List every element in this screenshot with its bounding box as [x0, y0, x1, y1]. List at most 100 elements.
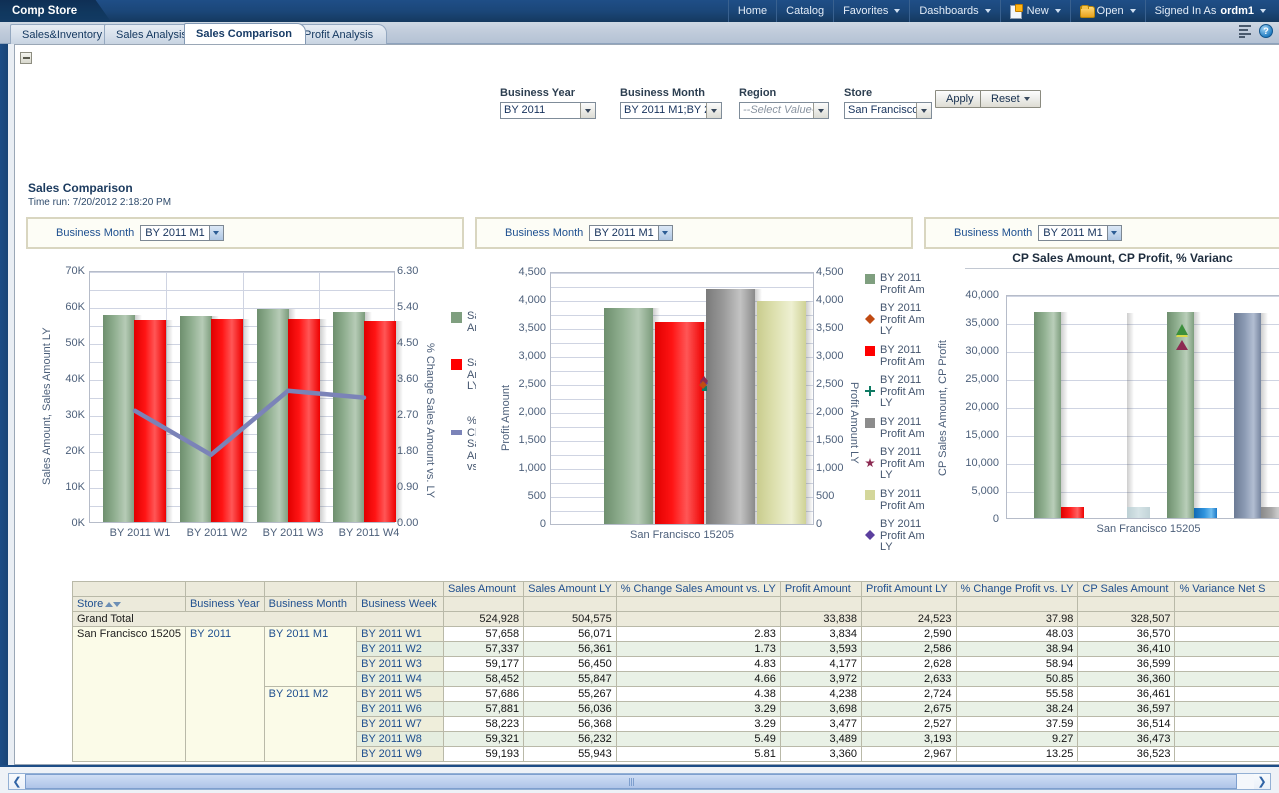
sort-icon[interactable]: [105, 598, 121, 610]
column-header-profit-amount[interactable]: Profit Amount: [780, 582, 861, 597]
legend-diamond-orange-icon: [865, 314, 875, 324]
chart1-ytick: 0K: [59, 517, 85, 529]
tab-sales-comparison[interactable]: Sales Comparison: [184, 23, 306, 44]
cell-business-year[interactable]: BY 2011: [185, 627, 264, 762]
grand-total-label: Grand Total: [73, 612, 444, 627]
store-select[interactable]: San Francisco 1!: [844, 102, 932, 119]
cell-profit-amount-ly: 2,967: [861, 747, 956, 762]
chart2-legend-item[interactable]: BY 2011 Profit Am: [865, 345, 925, 368]
cell-business-month[interactable]: BY 2011 M2: [264, 687, 356, 762]
cell-business-week[interactable]: BY 2011 W8: [357, 732, 444, 747]
cell-pct-variance-net: [1175, 627, 1279, 642]
column-header-pct-change-sales[interactable]: % Change Sales Amount vs. LY: [616, 582, 780, 597]
cell-business-week[interactable]: BY 2011 W3: [357, 657, 444, 672]
cell-cp-sales-amount: 36,570: [1078, 627, 1175, 642]
chevron-down-icon[interactable]: [580, 103, 595, 118]
section-1-business-month-select[interactable]: BY 2011 M1: [140, 225, 224, 241]
tab-label: Sales Analysis: [116, 29, 187, 41]
nav-new[interactable]: New: [1001, 0, 1071, 22]
cell-sales-amount-ly: 55,943: [524, 747, 617, 762]
scrollbar-thumb[interactable]: [25, 774, 1237, 789]
cell-pct-change-sales: 4.83: [616, 657, 780, 672]
legend-diamond-purple-icon: [865, 530, 875, 540]
cell-cp-sales-amount: 36,360: [1078, 672, 1175, 687]
chart2-legend-item[interactable]: BY 2011 Profit Am LY: [865, 303, 925, 338]
nav-favorites[interactable]: Favorites: [834, 0, 910, 22]
brand-tab[interactable]: Comp Store: [0, 0, 111, 22]
column-header-cp-sales-amount[interactable]: CP Sales Amount: [1078, 582, 1175, 597]
chart1-legend-item[interactable]: Sa An LY: [451, 358, 476, 393]
dashboard-tab-strip: Sales&Inventory Sales Analysis Sales Com…: [0, 22, 1279, 44]
chart2-legend-item[interactable]: BY 2011 Profit Am: [865, 417, 925, 440]
section-3-business-month-select[interactable]: BY 2011 M1: [1038, 225, 1122, 241]
business-year-select[interactable]: BY 2011: [500, 102, 596, 119]
cell-profit-amount: 4,238: [780, 687, 861, 702]
cell-business-week[interactable]: BY 2011 W5: [357, 687, 444, 702]
chart2-legend-item[interactable]: BY 2011 Profit Am: [865, 489, 925, 512]
column-header-business-month[interactable]: Business Month: [264, 597, 356, 612]
column-header-business-week[interactable]: Business Week: [357, 597, 444, 612]
scroll-left-arrow-icon[interactable]: ❮: [9, 774, 25, 789]
chevron-down-icon[interactable]: [209, 226, 223, 240]
column-header-store[interactable]: Store: [73, 597, 186, 612]
nav-open[interactable]: Open: [1071, 0, 1146, 22]
prompt-label: Business Year: [500, 87, 596, 99]
chart2-legend-item[interactable]: BY 2011 Profit Am LY: [865, 375, 925, 410]
scrollbar-track[interactable]: [25, 774, 1254, 789]
column-header-pct-change-profit[interactable]: % Change Profit vs. LY: [956, 582, 1078, 597]
cell-pct-change-profit: 37.59: [956, 717, 1078, 732]
chevron-down-icon[interactable]: [813, 103, 828, 118]
business-month-value: BY 2011 M1;BY 201:: [621, 103, 706, 118]
cell-pct-variance-net: [1175, 687, 1279, 702]
cell-business-week[interactable]: BY 2011 W9: [357, 747, 444, 762]
nav-signed-in-as[interactable]: Signed In As ordm1: [1146, 0, 1275, 22]
region-select[interactable]: --Select Value--: [739, 102, 829, 119]
chevron-down-icon[interactable]: [706, 103, 721, 118]
cell-business-week[interactable]: BY 2011 W2: [357, 642, 444, 657]
apply-button[interactable]: Apply: [935, 90, 985, 108]
nav-dashboards[interactable]: Dashboards: [910, 0, 1000, 22]
cell-business-month[interactable]: BY 2011 M1: [264, 627, 356, 687]
chevron-down-icon[interactable]: [1107, 226, 1121, 240]
column-header-pct-variance-net[interactable]: % Variance Net S: [1175, 582, 1279, 597]
help-icon[interactable]: ?: [1259, 24, 1273, 38]
cell-sales-amount: 59,193: [443, 747, 523, 762]
collapse-section-button[interactable]: [20, 52, 32, 64]
legend-swatch-green-icon: [451, 312, 462, 323]
chevron-down-icon[interactable]: [916, 103, 931, 118]
nav-favorites-label: Favorites: [843, 5, 888, 17]
column-header-business-year[interactable]: Business Year: [185, 597, 264, 612]
horizontal-scrollbar[interactable]: ❮ ❯: [8, 773, 1271, 790]
header-spacer: [524, 597, 617, 612]
chevron-down-icon[interactable]: [658, 226, 672, 240]
nav-home[interactable]: Home: [728, 0, 777, 22]
cell-business-week[interactable]: BY 2011 W6: [357, 702, 444, 717]
apply-button-label[interactable]: Apply: [935, 90, 985, 108]
chart2-legend-item[interactable]: BY 2011 Profit Am LY: [865, 447, 925, 482]
section-2-business-month-select[interactable]: BY 2011 M1: [589, 225, 673, 241]
chevron-down-icon: [1024, 97, 1030, 101]
tab-sales-inventory[interactable]: Sales&Inventory: [10, 24, 116, 44]
chart2-legend-item[interactable]: BY 2011 Profit Am LY: [865, 519, 925, 554]
column-header-profit-amount-ly[interactable]: Profit Amount LY: [861, 582, 956, 597]
chart2-legend-item[interactable]: BY 2011 Profit Am: [865, 273, 925, 296]
prompt-business-month: Business Month BY 2011 M1;BY 201:: [620, 87, 722, 119]
nav-catalog[interactable]: Catalog: [777, 0, 834, 22]
chart1-legend-item[interactable]: Sa An: [451, 311, 476, 334]
store-value: San Francisco 1!: [845, 103, 916, 118]
cell-business-week[interactable]: BY 2011 W1: [357, 627, 444, 642]
column-header-sales-amount[interactable]: Sales Amount: [443, 582, 523, 597]
tab-profit-analysis[interactable]: Profit Analysis: [292, 24, 387, 44]
chart2-y2tick: 1,500: [816, 434, 844, 446]
chart1-legend-item[interactable]: % Ch Sa An vs: [451, 416, 476, 474]
scroll-right-arrow-icon[interactable]: ❯: [1254, 774, 1270, 789]
business-month-select[interactable]: BY 2011 M1;BY 201:: [620, 102, 722, 119]
column-header-sales-amount-ly[interactable]: Sales Amount LY: [524, 582, 617, 597]
cell-pct-change-sales: 4.66: [616, 672, 780, 687]
cell-business-week[interactable]: BY 2011 W4: [357, 672, 444, 687]
reset-button[interactable]: Reset: [980, 90, 1041, 108]
selected-value: BY 2011 M1: [590, 226, 658, 240]
page-options-icon[interactable]: [1239, 25, 1253, 38]
cell-business-week[interactable]: BY 2011 W7: [357, 717, 444, 732]
cell-pct-change-profit: 55.58: [956, 687, 1078, 702]
